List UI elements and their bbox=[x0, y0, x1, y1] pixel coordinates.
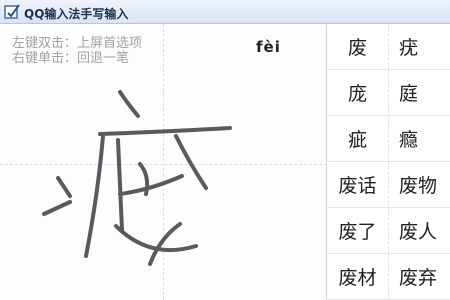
candidate-2-2[interactable]: 庭 bbox=[389, 70, 450, 116]
candidate-4-2[interactable]: 废物 bbox=[389, 162, 450, 208]
handwritten-strokes bbox=[42, 90, 232, 266]
stroke-dot bbox=[118, 90, 140, 118]
candidate-1-1[interactable]: 废 bbox=[327, 24, 389, 70]
window-title: QQ输入法手写输入 bbox=[24, 7, 129, 21]
title-bar: QQ输入法手写输入 bbox=[0, 0, 450, 24]
stroke-lower-curve bbox=[114, 224, 198, 253]
pen-checkbox-icon bbox=[4, 4, 20, 19]
candidate-5-1[interactable]: 废了 bbox=[327, 208, 389, 254]
candidate-2-1[interactable]: 庞 bbox=[327, 70, 389, 116]
stroke-inner-vertical bbox=[116, 138, 124, 232]
stroke-left-sweep bbox=[84, 134, 105, 258]
stroke-tick-lower bbox=[42, 200, 72, 216]
stroke-right-curve bbox=[174, 134, 208, 190]
candidate-1-2[interactable]: 疣 bbox=[389, 24, 450, 70]
candidate-panel: 废 疣 庞 庭 疵 瘾 废话 废物 废了 废人 废材 废弃 bbox=[327, 24, 450, 300]
stroke-lower-left bbox=[148, 222, 182, 266]
candidate-6-1[interactable]: 废材 bbox=[327, 254, 389, 300]
candidate-3-2[interactable]: 瘾 bbox=[389, 116, 450, 162]
stroke-inner-cross bbox=[118, 174, 184, 196]
candidate-3-1[interactable]: 疵 bbox=[327, 116, 389, 162]
stroke-tick-upper bbox=[56, 176, 72, 198]
candidate-6-2[interactable]: 废弃 bbox=[389, 254, 450, 300]
stroke-top bbox=[98, 126, 232, 136]
candidate-4-1[interactable]: 废话 bbox=[327, 162, 389, 208]
candidate-5-2[interactable]: 废人 bbox=[389, 208, 450, 254]
